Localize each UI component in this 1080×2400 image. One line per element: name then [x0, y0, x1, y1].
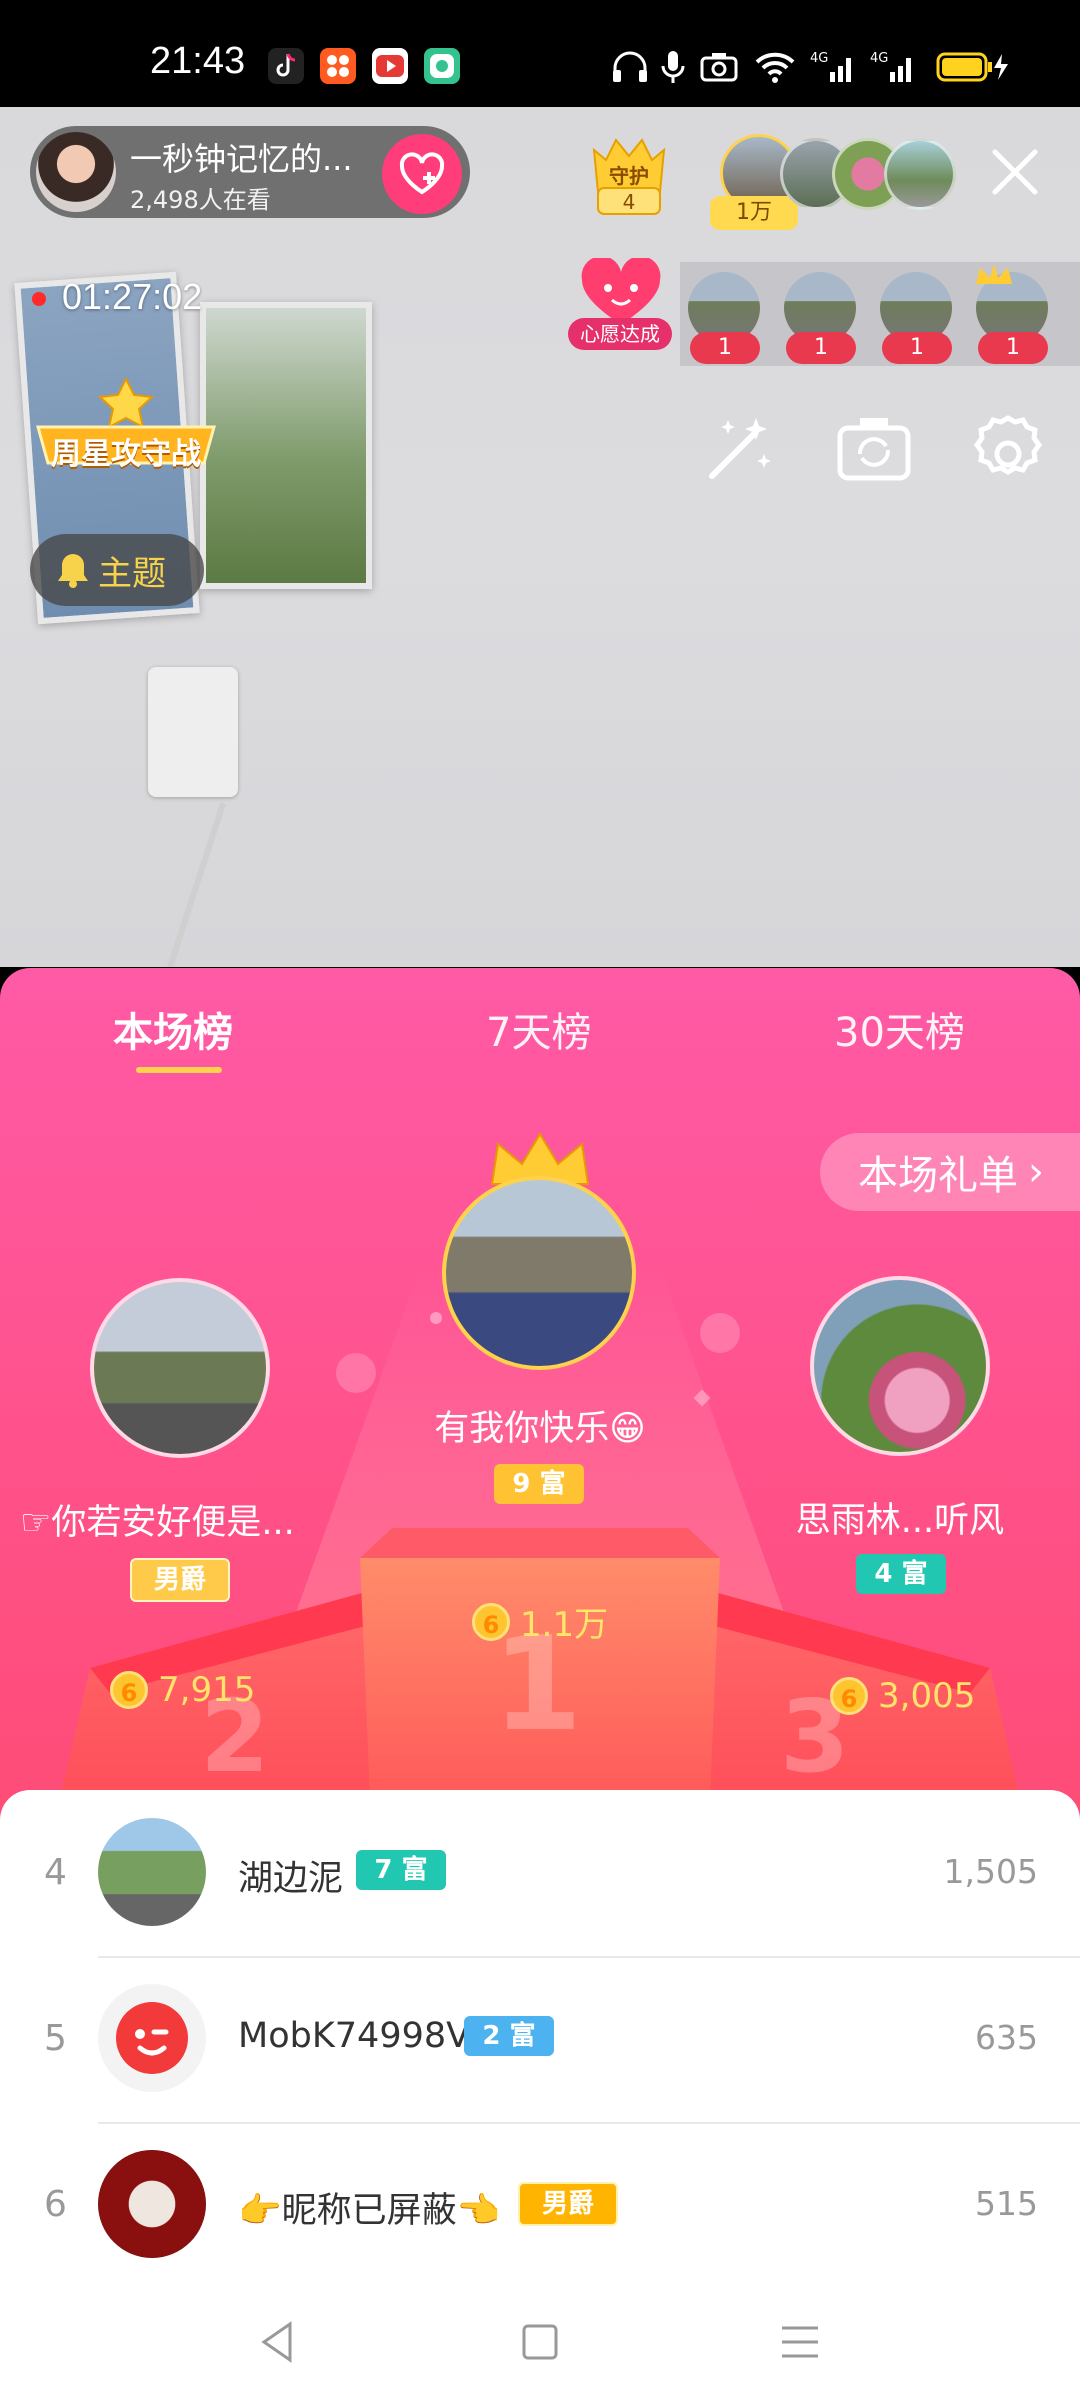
top-fan-avatar-4[interactable]: [884, 138, 956, 210]
viewer-count: 2,498人在看: [130, 186, 271, 214]
third-place-avatar[interactable]: [810, 1276, 990, 1456]
tab-30-days[interactable]: 30天榜: [834, 1000, 965, 1058]
wish-count: 1: [690, 332, 760, 364]
chevron-right-icon: ›: [1028, 1149, 1044, 1195]
avatar[interactable]: [98, 2150, 206, 2258]
guard-count: 4: [622, 190, 636, 214]
recording-dot: [32, 292, 46, 306]
signal-4g-icon-2: 4G: [870, 51, 911, 82]
video-app-icon: [372, 48, 408, 84]
microphone-icon: [661, 51, 685, 83]
bell-icon: [58, 554, 88, 588]
third-place-name: 思雨林...听风: [795, 1501, 1005, 1541]
heart-plus-icon: [399, 152, 445, 195]
first-place-level-badge: 9 富: [494, 1464, 584, 1504]
close-icon[interactable]: [985, 142, 1045, 202]
event-badge[interactable]: 周星攻守战: [30, 375, 222, 475]
camera-app-icon: [424, 48, 460, 84]
fan-count-badge: 1万: [710, 196, 798, 230]
wifi-icon: [755, 52, 795, 83]
svg-text:4G: 4G: [810, 51, 828, 66]
second-place-score: 6 7,915: [110, 1670, 255, 1710]
default-avatar-icon: [116, 2002, 188, 2074]
list-item[interactable]: 5 MobK74998V 2 富 635: [0, 1958, 1080, 2122]
gift-list-button[interactable]: 本场礼单 ›: [820, 1133, 1080, 1211]
headphones-icon: [613, 51, 647, 82]
rank-number: 5: [44, 2018, 67, 2059]
guard-badge[interactable]: 守护 4: [586, 130, 672, 220]
rank-number: 4: [44, 1852, 67, 1893]
settings-gear-icon[interactable]: [968, 410, 1048, 490]
contribution-score: 515: [975, 2184, 1038, 2223]
second-place-avatar[interactable]: [90, 1278, 270, 1458]
first-place-score: 6 1.1万: [472, 1597, 608, 1646]
user-name: 👉昵称已屏蔽👈: [238, 2191, 501, 2231]
tab-7-days[interactable]: 7天榜: [486, 1000, 591, 1058]
crown-icon: [976, 264, 1012, 284]
event-badge-label: 周星攻守战: [51, 437, 201, 472]
wall-socket: [148, 667, 238, 797]
cable: [139, 802, 227, 967]
avatar[interactable]: [98, 1984, 206, 2092]
wish-count: 1: [882, 332, 952, 364]
wish-label: 心愿达成: [568, 318, 672, 350]
second-place-score-value: 7,915: [158, 1670, 256, 1710]
wish-count: 1: [786, 332, 856, 364]
tiktok-icon: [268, 48, 304, 84]
theme-button-label: 主题: [98, 553, 166, 594]
guard-label: 守护: [609, 164, 649, 188]
svg-text:4G: 4G: [870, 51, 888, 66]
rank-number: 6: [44, 2184, 67, 2225]
third-place-score: 6 3,005: [830, 1676, 975, 1716]
signal-4g-icon-1: 4G: [810, 51, 851, 82]
level-badge: 2 富: [464, 2016, 554, 2056]
active-tab-indicator: [136, 1067, 222, 1073]
live-duration: 01:27:02: [62, 276, 203, 317]
second-place-name: ☞你若安好便是...: [20, 1503, 295, 1543]
level-badge: 男爵: [518, 2182, 618, 2226]
app-grid-icon: [320, 48, 356, 84]
follow-button[interactable]: [382, 134, 462, 214]
battery-icon: [936, 52, 1008, 82]
first-place-avatar[interactable]: [442, 1176, 636, 1370]
host-avatar[interactable]: [36, 132, 116, 212]
third-place-score-value: 3,005: [878, 1676, 976, 1716]
second-place-level-badge: 男爵: [130, 1558, 230, 1602]
home-nav-icon[interactable]: [510, 2312, 570, 2372]
user-name: 湖边泥: [238, 1859, 344, 1899]
user-name: MobK74998V: [238, 2016, 471, 2056]
contribution-score: 1,505: [943, 1852, 1038, 1891]
magic-wand-icon[interactable]: [698, 410, 778, 490]
camera-status-icon: [700, 53, 738, 82]
wish-count: 1: [978, 332, 1048, 364]
list-item[interactable]: 4 湖边泥 7 富 1,505: [0, 1790, 1080, 1956]
first-place-name: 有我你快乐😁: [434, 1409, 646, 1449]
back-nav-icon[interactable]: [250, 2312, 310, 2372]
theme-button[interactable]: 主题: [30, 534, 204, 606]
gift-list-label: 本场礼单: [858, 1153, 1018, 1199]
switch-camera-icon[interactable]: [834, 410, 914, 490]
coin-icon: 6: [830, 1677, 868, 1715]
avatar[interactable]: [98, 1818, 206, 1926]
coin-icon: 6: [472, 1602, 510, 1641]
host-name: 一秒钟记忆的...: [130, 140, 353, 178]
third-place-level-badge: 4 富: [856, 1554, 946, 1594]
status-time: 21:43: [150, 40, 246, 82]
list-item[interactable]: 6 👉昵称已屏蔽👈 男爵 515: [0, 2124, 1080, 2288]
contribution-score: 635: [975, 2018, 1038, 2057]
menu-nav-icon[interactable]: [770, 2312, 830, 2372]
coin-icon: 6: [110, 1671, 148, 1709]
wall-poster: [200, 302, 372, 589]
status-bar: 21:43 4G 4G: [0, 0, 1080, 107]
first-place-score-value: 1.1万: [520, 1605, 609, 1645]
tab-this-session[interactable]: 本场榜: [113, 1000, 233, 1058]
level-badge: 7 富: [356, 1850, 446, 1890]
rank-list: 4 湖边泥 7 富 1,505 5 MobK74998V 2 富 635 6 👉…: [0, 1790, 1080, 2400]
